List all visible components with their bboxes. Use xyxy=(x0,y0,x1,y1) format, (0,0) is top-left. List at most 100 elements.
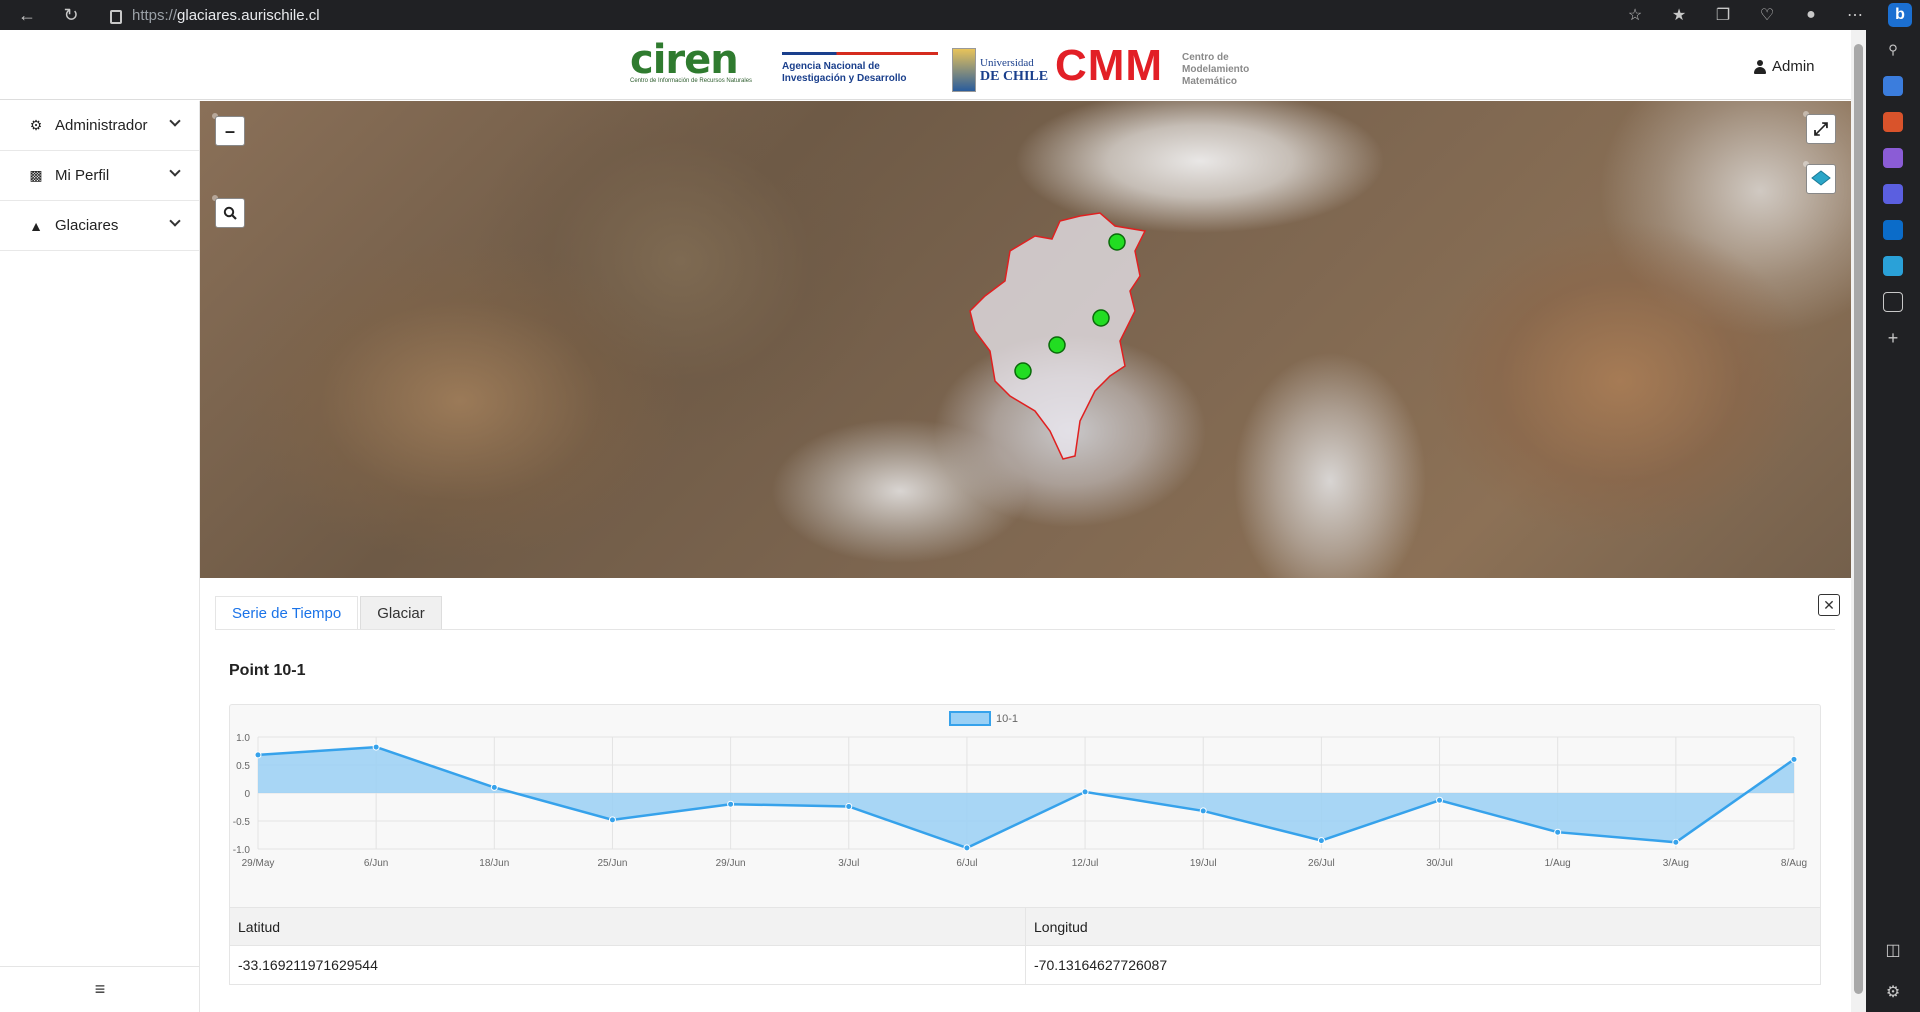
refresh-icon[interactable]: ↻ xyxy=(56,0,86,30)
outlook-icon[interactable] xyxy=(1883,220,1903,240)
cmm-line1: Centro de xyxy=(1182,52,1229,63)
zoom-out-button[interactable]: – xyxy=(215,116,245,146)
more-icon[interactable]: ⋯ xyxy=(1844,5,1866,25)
x-tick-label: 12/Jul xyxy=(1072,858,1099,869)
uchile-logo: Universidad de Chile xyxy=(952,48,1048,92)
collections-icon[interactable]: ❐ xyxy=(1712,5,1734,25)
latitude-value: -33.169211971629544 xyxy=(238,957,378,973)
sidebar-item-administrador[interactable]: ⚙ Administrador xyxy=(0,101,199,151)
x-tick-label: 18/Jun xyxy=(479,858,509,869)
point-title: Point 10-1 xyxy=(229,662,306,679)
ciren-subtitle: Centro de Información de Recursos Natura… xyxy=(630,78,753,84)
legend-label: 10-1 xyxy=(996,713,1018,725)
layers-button[interactable] xyxy=(1806,164,1836,194)
cmm-subtitle: Centro de Modelamiento Matemático xyxy=(1182,52,1249,88)
user-label: Admin xyxy=(1772,58,1815,75)
fullscreen-control: ⤢ xyxy=(1803,111,1836,144)
uchile-line2: de Chile xyxy=(980,68,1049,84)
data-point xyxy=(608,816,616,824)
x-tick-label: 29/Jun xyxy=(716,858,746,869)
favorites-icon[interactable]: ★ xyxy=(1668,5,1690,25)
glacier-point-marker[interactable] xyxy=(1048,336,1066,354)
coordinates-table: Latitud Longitud -33.169211971629544 -70… xyxy=(229,907,1821,985)
tab-serie-de-tiempo[interactable]: Serie de Tiempo xyxy=(215,596,359,630)
zoom-controls: + – xyxy=(212,113,245,146)
microsoft365-icon[interactable] xyxy=(1883,184,1903,204)
lock-icon xyxy=(110,10,122,24)
sidebar-item-label: Administrador xyxy=(55,117,148,134)
browser-toolbar: ← ↻ https://glaciares.aurischile.cl ☆ ★ … xyxy=(0,0,1920,30)
x-tick-label: 1/Aug xyxy=(1545,858,1571,869)
cmm-line2: Modelamiento xyxy=(1182,64,1250,75)
games-icon[interactable] xyxy=(1883,148,1903,168)
search-icon[interactable]: ⚲ xyxy=(1883,40,1903,60)
x-tick-label: 26/Jul xyxy=(1308,858,1335,869)
table-row: -33.169211971629544 -70.13164627726087 xyxy=(230,946,1820,984)
x-tick-label: 30/Jul xyxy=(1426,858,1453,869)
copilot-icon[interactable]: b xyxy=(1888,3,1912,27)
browser-essentials-icon[interactable]: ♡ xyxy=(1756,5,1778,25)
user-icon xyxy=(1754,59,1766,74)
chevron-down-icon xyxy=(169,165,181,177)
data-point xyxy=(845,802,853,810)
ciren-logo: ciren Centro de Información de Recursos … xyxy=(630,37,770,88)
longitude-value: -70.13164627726087 xyxy=(1025,946,1820,984)
anid-line1: Agencia Nacional de xyxy=(782,61,880,72)
layers-icon xyxy=(1811,170,1831,186)
longitude-header: Longitud xyxy=(1025,908,1820,945)
data-point xyxy=(727,800,735,808)
satellite-map[interactable]: + – ⤢ xyxy=(200,101,1851,578)
data-point xyxy=(372,743,380,751)
data-point xyxy=(490,783,498,791)
shopping-icon[interactable] xyxy=(1883,76,1903,96)
glacier-point-marker[interactable] xyxy=(1014,362,1032,380)
app-header: ciren Centro de Información de Recursos … xyxy=(0,30,1851,100)
time-series-chart: 1.0 0.5 0 -0.5 -1.0 29/May 6/Jun 18/Jun 25/Jun 29… xyxy=(229,704,1821,910)
users-cog-icon: ⚙ xyxy=(29,117,43,133)
glacier-overlay xyxy=(969,212,1147,460)
url-host: glaciares.aurischile.cl xyxy=(177,6,320,24)
drop-icon[interactable] xyxy=(1883,256,1903,276)
y-tick-label: -1.0 xyxy=(233,845,251,856)
openai-icon[interactable] xyxy=(1883,292,1903,312)
edge-sidebar: ⚲ + ◫ ⚙ xyxy=(1866,30,1920,1012)
back-icon[interactable]: ← xyxy=(12,0,42,30)
latitude-header: Latitud xyxy=(238,918,281,935)
map-search-button[interactable] xyxy=(215,198,245,228)
settings-icon[interactable]: ⚙ xyxy=(1886,982,1900,1002)
scroll-thumb[interactable] xyxy=(1854,44,1863,994)
x-tick-label: 3/Aug xyxy=(1663,858,1689,869)
x-tick-label: 29/May xyxy=(242,858,275,869)
search-icon xyxy=(223,206,237,220)
chevron-down-icon xyxy=(169,215,181,227)
favorite-add-icon[interactable]: ☆ xyxy=(1624,5,1646,25)
close-panel-button[interactable]: ✕ xyxy=(1818,594,1840,616)
tab-glaciar[interactable]: Glaciar xyxy=(360,596,442,630)
search-control xyxy=(212,195,245,228)
add-icon[interactable]: + xyxy=(1883,328,1903,348)
panel-tabs: Serie de Tiempo Glaciar xyxy=(215,596,444,630)
profile-icon[interactable]: ● xyxy=(1800,6,1822,24)
user-menu[interactable]: Admin xyxy=(1754,58,1815,75)
sidebar-collapse-icon[interactable]: ≡ xyxy=(0,966,200,1012)
anid-line2: Investigación y Desarrollo xyxy=(782,73,907,84)
url-scheme: https:// xyxy=(132,6,178,24)
sidebar-panel-icon[interactable]: ◫ xyxy=(1885,940,1900,960)
table-header-row: Latitud Longitud xyxy=(230,908,1820,946)
mountain-icon: ▲ xyxy=(29,217,43,234)
data-point xyxy=(1790,755,1798,763)
glacier-point-marker[interactable] xyxy=(1108,233,1126,251)
page-scrollbar[interactable] xyxy=(1851,30,1866,1012)
time-series-svg: 1.0 0.5 0 -0.5 -1.0 29/May 6/Jun 18/Jun 25/Jun 29… xyxy=(233,711,1807,869)
ciren-logo-text: ciren xyxy=(630,37,739,83)
glacier-point-marker[interactable] xyxy=(1092,309,1110,327)
fullscreen-button[interactable]: ⤢ xyxy=(1806,114,1836,144)
y-tick-label: 0 xyxy=(244,789,250,800)
sidebar-item-mi-perfil[interactable]: ▩ Mi Perfil xyxy=(0,151,199,201)
data-point xyxy=(254,751,262,759)
x-tick-label: 8/Aug xyxy=(1781,858,1807,869)
tools-icon[interactable] xyxy=(1883,112,1903,132)
address-bar[interactable]: https://glaciares.aurischile.cl xyxy=(110,4,1610,26)
sidebar-item-glaciares[interactable]: ▲ Glaciares xyxy=(0,201,199,251)
y-tick-label: 1.0 xyxy=(236,733,250,744)
